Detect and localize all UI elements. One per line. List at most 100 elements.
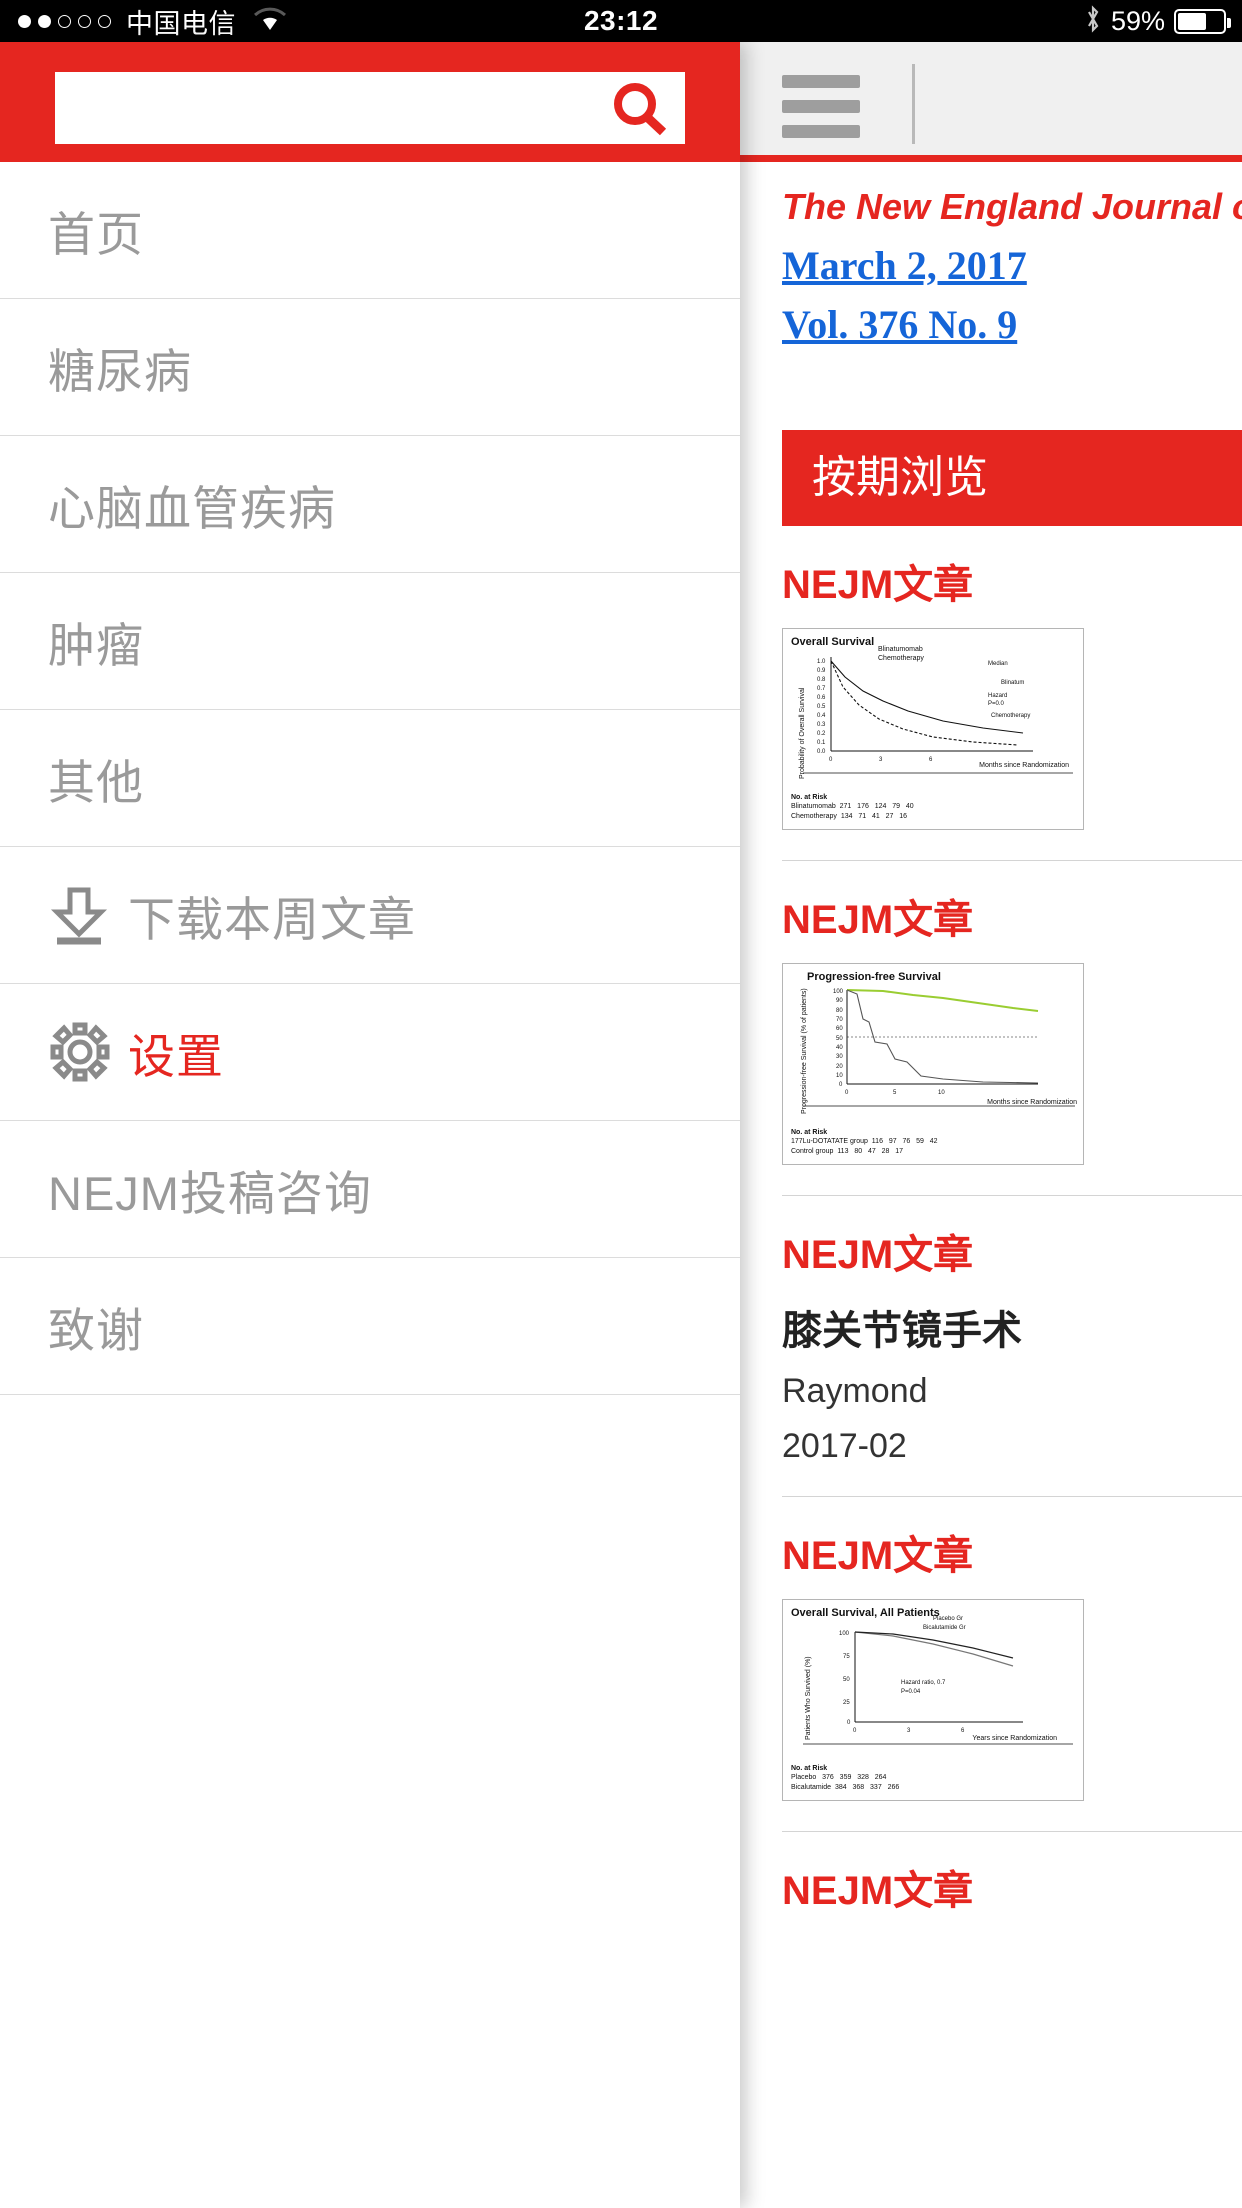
search-input[interactable] bbox=[55, 72, 615, 144]
svg-text:0.1: 0.1 bbox=[817, 740, 826, 746]
article-kicker: NEJM文章 bbox=[782, 1869, 974, 1913]
sidebar-item-label: NEJM投稿咨询 bbox=[48, 1166, 372, 1220]
risk-value: 328 bbox=[857, 1774, 869, 1782]
sidebar-item-label: 致谢 bbox=[48, 1303, 144, 1357]
sidebar-item-label: 肿瘤 bbox=[48, 618, 144, 672]
svg-text:Chemotherapy: Chemotherapy bbox=[991, 713, 1030, 719]
sidebar-item-label: 设置 bbox=[128, 1029, 224, 1083]
svg-text:6: 6 bbox=[961, 1728, 965, 1734]
gear-icon bbox=[48, 1020, 122, 1084]
risk-value: 264 bbox=[874, 1774, 887, 1782]
svg-text:0: 0 bbox=[839, 1082, 843, 1088]
svg-text:Blinatum: Blinatum bbox=[1001, 680, 1024, 686]
article-list-item[interactable]: NEJM文章 Overall Survival Probability of O… bbox=[740, 526, 1242, 860]
svg-text:0.0: 0.0 bbox=[817, 749, 826, 755]
sidebar-item-settings[interactable]: 设置 bbox=[0, 984, 740, 1121]
risk-value: 79 bbox=[892, 803, 901, 811]
svg-text:100: 100 bbox=[839, 1631, 850, 1637]
risk-value: 97 bbox=[888, 1138, 897, 1146]
svg-text:Hazard ratio, 0.7: Hazard ratio, 0.7 bbox=[901, 1680, 946, 1686]
risk-value: 17 bbox=[895, 1147, 904, 1155]
journal-name: The New England Journal of Medicine bbox=[782, 186, 1242, 227]
svg-text:80: 80 bbox=[836, 1008, 843, 1014]
browse-by-issue-button[interactable]: 按期浏览 bbox=[782, 430, 1242, 526]
article-list-item[interactable]: NEJM文章 Progression-free Survival Progres… bbox=[740, 861, 1242, 1195]
svg-text:0: 0 bbox=[829, 757, 833, 763]
battery-percent: 59% bbox=[1110, 5, 1165, 36]
svg-text:Placebo Gr: Placebo Gr bbox=[933, 1616, 963, 1622]
article-kicker: NEJM文章 bbox=[782, 898, 974, 942]
sidebar-item-oncology[interactable]: 肿瘤 bbox=[0, 573, 740, 710]
risk-label: No. at Risk bbox=[791, 1128, 828, 1136]
svg-text:70: 70 bbox=[836, 1017, 843, 1023]
risk-value: 116 bbox=[871, 1138, 883, 1146]
risk-value: 266 bbox=[887, 1783, 900, 1791]
risk-value: 176 bbox=[857, 803, 869, 811]
svg-text:10: 10 bbox=[836, 1073, 843, 1079]
sidebar-item-submission-inquiry[interactable]: NEJM投稿咨询 bbox=[0, 1121, 740, 1258]
svg-text:0: 0 bbox=[845, 1090, 849, 1096]
article-figure-thumbnail: Progression-free Survival Progression-fr… bbox=[782, 963, 1084, 1165]
svg-text:0: 0 bbox=[847, 1720, 851, 1726]
article-list-item[interactable]: NEJM文章 膝关节镜手术 Raymond 2017-02 bbox=[740, 1196, 1242, 1496]
risk-row-name: Placebo bbox=[791, 1774, 817, 1782]
svg-text:75: 75 bbox=[843, 1654, 850, 1660]
article-list-item[interactable]: NEJM文章 Overall Survival, All Patients Pa… bbox=[740, 1497, 1242, 1831]
risk-row-name: Blinatumomab bbox=[791, 803, 836, 811]
issue-date-link[interactable]: March 2, 2017 bbox=[782, 242, 1242, 289]
risk-value: 124 bbox=[874, 803, 887, 811]
svg-text:0.5: 0.5 bbox=[817, 704, 826, 710]
article-kicker: NEJM文章 bbox=[782, 1233, 974, 1277]
svg-text:Blinatumomab: Blinatumomab bbox=[878, 646, 923, 653]
risk-value: 28 bbox=[881, 1147, 890, 1155]
svg-text:0.2: 0.2 bbox=[817, 731, 826, 737]
status-bar-clock: 23:12 bbox=[583, 5, 659, 36]
risk-row-name: Bicalutamide bbox=[791, 1783, 832, 1791]
issue-volume-link[interactable]: Vol. 376 No. 9 bbox=[782, 301, 1242, 348]
sidebar-item-label: 糖尿病 bbox=[48, 344, 192, 398]
svg-text:Chemotherapy: Chemotherapy bbox=[878, 655, 924, 662]
risk-value: 41 bbox=[871, 812, 880, 820]
article-date: 2017-02 bbox=[782, 1427, 907, 1465]
sidebar-item-cardiovascular[interactable]: 心脑血管疾病 bbox=[0, 436, 740, 573]
svg-text:0.8: 0.8 bbox=[817, 677, 826, 683]
article-list-item[interactable]: NEJM文章 bbox=[740, 1832, 1242, 1964]
svg-text:10: 10 bbox=[938, 1090, 945, 1096]
risk-value: 271 bbox=[839, 803, 852, 811]
risk-value: 27 bbox=[885, 812, 894, 820]
search-icon[interactable] bbox=[609, 80, 671, 143]
risk-value: 368 bbox=[852, 1783, 865, 1791]
risk-value: 337 bbox=[870, 1783, 882, 1791]
sidebar-item-label: 其他 bbox=[48, 755, 144, 809]
article-kicker: NEJM文章 bbox=[782, 563, 974, 607]
search-box[interactable] bbox=[55, 72, 685, 144]
risk-value: 76 bbox=[902, 1138, 911, 1146]
svg-text:0.9: 0.9 bbox=[817, 668, 826, 674]
hamburger-icon[interactable] bbox=[782, 75, 860, 150]
navigation-drawer[interactable]: 首页 糖尿病 心脑血管疾病 肿瘤 其他 下载本周文章 设置 NEJM投稿咨询 致… bbox=[0, 42, 740, 2208]
svg-text:6: 6 bbox=[929, 757, 933, 763]
sidebar-item-other[interactable]: 其他 bbox=[0, 710, 740, 847]
svg-text:20: 20 bbox=[836, 1064, 843, 1070]
sidebar-item-diabetes[interactable]: 糖尿病 bbox=[0, 299, 740, 436]
risk-value: 59 bbox=[916, 1138, 924, 1146]
battery-icon bbox=[1174, 8, 1231, 34]
risk-value: 80 bbox=[854, 1147, 863, 1155]
svg-text:0.3: 0.3 bbox=[817, 722, 826, 728]
svg-text:0.6: 0.6 bbox=[817, 695, 826, 701]
status-bar-right: 59% bbox=[1084, 0, 1231, 42]
risk-row-name: Control group bbox=[791, 1147, 834, 1155]
svg-text:60: 60 bbox=[836, 1026, 843, 1032]
sidebar-item-download-weekly[interactable]: 下载本周文章 bbox=[0, 847, 740, 984]
svg-text:100: 100 bbox=[833, 989, 844, 995]
risk-label: No. at Risk bbox=[791, 1764, 828, 1772]
svg-text:0.7: 0.7 bbox=[817, 686, 826, 692]
risk-row-name: Chemotherapy bbox=[791, 812, 837, 820]
article-author: Raymond bbox=[782, 1372, 928, 1410]
content-panel[interactable]: The New England Journal of Medicine Marc… bbox=[740, 42, 1242, 2208]
svg-text:25: 25 bbox=[843, 1700, 850, 1706]
sidebar-item-acknowledgements[interactable]: 致谢 bbox=[0, 1258, 740, 1395]
svg-text:P=0.0: P=0.0 bbox=[988, 701, 1005, 707]
sidebar-item-home[interactable]: 首页 bbox=[0, 162, 740, 299]
svg-text:50: 50 bbox=[843, 1677, 850, 1683]
